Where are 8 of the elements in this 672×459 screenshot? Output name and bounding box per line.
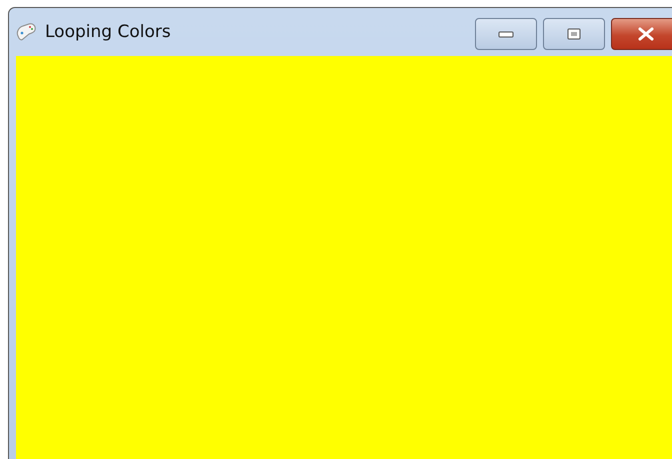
close-button[interactable]	[611, 18, 672, 50]
close-icon	[637, 27, 655, 41]
window-title: Looping Colors	[45, 22, 171, 42]
maximize-button[interactable]	[543, 18, 605, 50]
minimize-icon	[498, 30, 514, 38]
minimize-button[interactable]	[475, 18, 537, 50]
gamepad-icon	[15, 22, 37, 42]
maximize-icon	[567, 28, 581, 40]
